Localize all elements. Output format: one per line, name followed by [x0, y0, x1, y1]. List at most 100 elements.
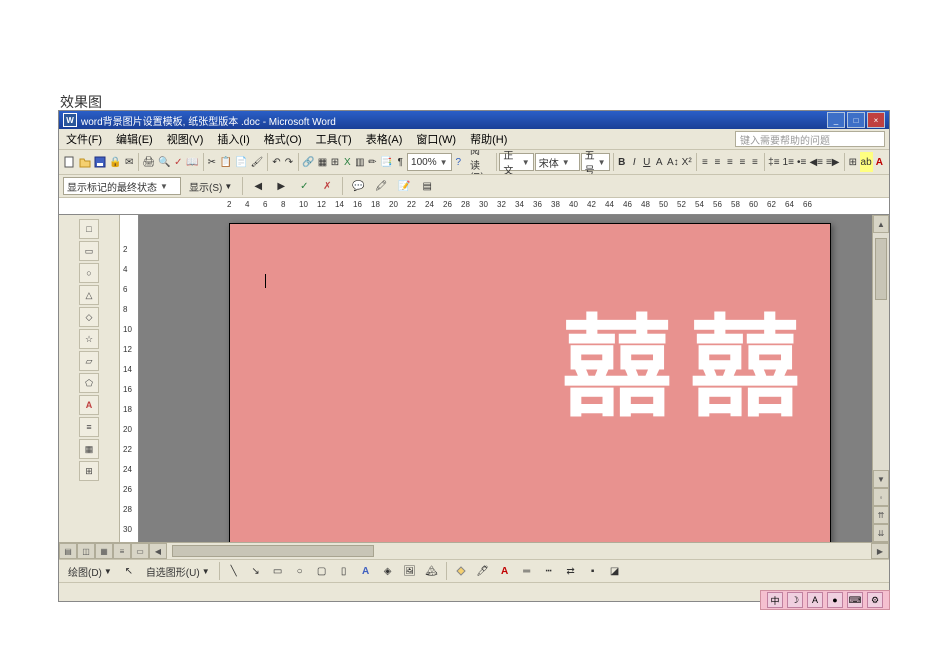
font-color-icon[interactable]: A: [874, 152, 885, 172]
ime-softkbd-icon[interactable]: ⌨: [847, 592, 863, 608]
draw-menu-button[interactable]: 绘图(D)▼: [63, 561, 117, 581]
pane-tool-7[interactable]: ▱: [79, 351, 99, 371]
spelling-icon[interactable]: ✓: [173, 152, 184, 172]
scroll-down-icon[interactable]: ▼: [873, 470, 889, 488]
ime-letter-icon[interactable]: A: [807, 592, 823, 608]
pane-tool-2[interactable]: ▭: [79, 241, 99, 261]
menu-table[interactable]: 表格(A): [359, 129, 410, 149]
menu-window[interactable]: 窗口(W): [409, 129, 463, 149]
normal-view-icon[interactable]: ▤: [59, 543, 77, 559]
scroll-left-icon[interactable]: ◀: [149, 543, 167, 559]
wordart-icon[interactable]: A: [356, 561, 376, 581]
menu-file[interactable]: 文件(F): [59, 129, 109, 149]
justify-icon[interactable]: ≡: [737, 152, 748, 172]
scroll-up-icon[interactable]: ▲: [873, 215, 889, 233]
drawing-icon[interactable]: ✏: [367, 152, 378, 172]
cut-icon[interactable]: ✂: [206, 152, 217, 172]
hyperlink-icon[interactable]: 🔗: [301, 152, 315, 172]
clipart-icon[interactable]: 🖼: [400, 561, 420, 581]
ime-language-bar[interactable]: 中 ☽ A ● ⌨ ⚙: [760, 590, 890, 610]
align-center-icon[interactable]: ≡: [712, 152, 723, 172]
menu-view[interactable]: 视图(V): [160, 129, 211, 149]
ime-punct-icon[interactable]: ●: [827, 592, 843, 608]
reviewing-pane-icon[interactable]: ▤: [417, 176, 437, 196]
increase-indent-icon[interactable]: ≡▶: [825, 152, 841, 172]
document-page[interactable]: 囍 囍: [229, 223, 831, 542]
prev-change-icon[interactable]: ◀: [248, 176, 268, 196]
horizontal-ruler[interactable]: 2468101214161820222426283032343638404244…: [59, 198, 889, 215]
textbox-icon[interactable]: ▢: [312, 561, 332, 581]
vertical-scrollbar[interactable]: ▲ ▼ ◦ ⇈ ⇊: [872, 215, 889, 542]
fill-color-icon[interactable]: [451, 561, 471, 581]
pane-tool-6[interactable]: ☆: [79, 329, 99, 349]
arrow-icon[interactable]: ↘: [246, 561, 266, 581]
vertical-ruler[interactable]: 24681012141618202224262830: [120, 215, 139, 542]
paste-icon[interactable]: 📄: [234, 152, 248, 172]
hscroll-thumb[interactable]: [172, 545, 374, 557]
diagram-icon[interactable]: ◈: [378, 561, 398, 581]
new-doc-icon[interactable]: [63, 152, 77, 172]
prev-page-icon[interactable]: ⇈: [873, 506, 889, 524]
next-change-icon[interactable]: ▶: [271, 176, 291, 196]
reject-change-icon[interactable]: ✗: [317, 176, 337, 196]
pane-tool-4[interactable]: △: [79, 285, 99, 305]
columns-icon[interactable]: ▥: [354, 152, 365, 172]
font-combo[interactable]: 宋体▼: [535, 153, 580, 171]
pane-tool-9[interactable]: A: [79, 395, 99, 415]
3d-icon[interactable]: ◪: [605, 561, 625, 581]
style-combo[interactable]: 正文▼: [499, 153, 533, 171]
bold-icon[interactable]: B: [616, 152, 627, 172]
tables-borders-icon[interactable]: ▦: [317, 152, 328, 172]
read-mode-button[interactable]: 阅读(R): [465, 152, 493, 172]
horizontal-scrollbar[interactable]: ▤ ◫ ▦ ≡ ▭ ◀ ▶: [59, 542, 889, 559]
help-icon[interactable]: ?: [453, 152, 464, 172]
pane-tool-3[interactable]: ○: [79, 263, 99, 283]
menu-tools[interactable]: 工具(T): [309, 129, 359, 149]
outline-view-icon[interactable]: ≡: [113, 543, 131, 559]
pane-tool-11[interactable]: ▦: [79, 439, 99, 459]
pane-tool-8[interactable]: ⬠: [79, 373, 99, 393]
minimize-button[interactable]: _: [827, 112, 845, 128]
close-button[interactable]: ×: [867, 112, 885, 128]
select-objects-icon[interactable]: ↖: [119, 561, 139, 581]
shadow-icon[interactable]: ▪: [583, 561, 603, 581]
show-markup-button[interactable]: 显示(S)▼: [184, 176, 237, 196]
pane-tool-12[interactable]: ⊞: [79, 461, 99, 481]
print-icon[interactable]: 🖨: [141, 152, 156, 172]
reading-view-icon[interactable]: ▭: [131, 543, 149, 559]
browse-object-icon[interactable]: ◦: [873, 488, 889, 506]
format-painter-icon[interactable]: 🖌: [249, 152, 264, 172]
highlight2-icon[interactable]: 🖍: [371, 176, 391, 196]
decrease-indent-icon[interactable]: ◀≡: [808, 152, 824, 172]
docmap-icon[interactable]: 📑: [379, 152, 393, 172]
dash-style-icon[interactable]: ┅: [539, 561, 559, 581]
excel-icon[interactable]: X: [342, 152, 353, 172]
italic-icon[interactable]: I: [629, 152, 640, 172]
border-icon[interactable]: ⊞: [847, 152, 858, 172]
double-happiness-wordart[interactable]: 囍 囍: [562, 314, 800, 424]
insert-table-icon[interactable]: ⊞: [329, 152, 340, 172]
zoom-combo[interactable]: 100%▼: [407, 153, 452, 171]
font-border-icon[interactable]: A: [654, 152, 665, 172]
print-layout-view-icon[interactable]: ▦: [95, 543, 113, 559]
ime-mode-icon[interactable]: ☽: [787, 592, 803, 608]
next-page-icon[interactable]: ⇊: [873, 524, 889, 542]
arrow-style-icon[interactable]: ⇄: [561, 561, 581, 581]
menu-insert[interactable]: 插入(I): [210, 129, 256, 149]
scroll-right-icon[interactable]: ▶: [871, 543, 889, 559]
insert-comment-icon[interactable]: 💬: [348, 176, 368, 196]
char-scaling-icon[interactable]: A↕: [666, 152, 680, 172]
menu-edit[interactable]: 编辑(E): [109, 129, 160, 149]
display-markup-combo[interactable]: 显示标记的最终状态▼: [63, 177, 181, 195]
accept-change-icon[interactable]: ✓: [294, 176, 314, 196]
permission-icon[interactable]: 🔒: [108, 152, 122, 172]
align-left-icon[interactable]: ≡: [699, 152, 710, 172]
char-shading-icon[interactable]: X²: [681, 152, 693, 172]
pane-tool-5[interactable]: ◇: [79, 307, 99, 327]
document-canvas[interactable]: 囍 囍: [139, 215, 872, 542]
undo-icon[interactable]: ↶: [271, 152, 282, 172]
numbering-icon[interactable]: 1≡: [782, 152, 795, 172]
vertical-textbox-icon[interactable]: ▯: [334, 561, 354, 581]
research-icon[interactable]: 📖: [185, 152, 199, 172]
bullets-icon[interactable]: •≡: [796, 152, 807, 172]
